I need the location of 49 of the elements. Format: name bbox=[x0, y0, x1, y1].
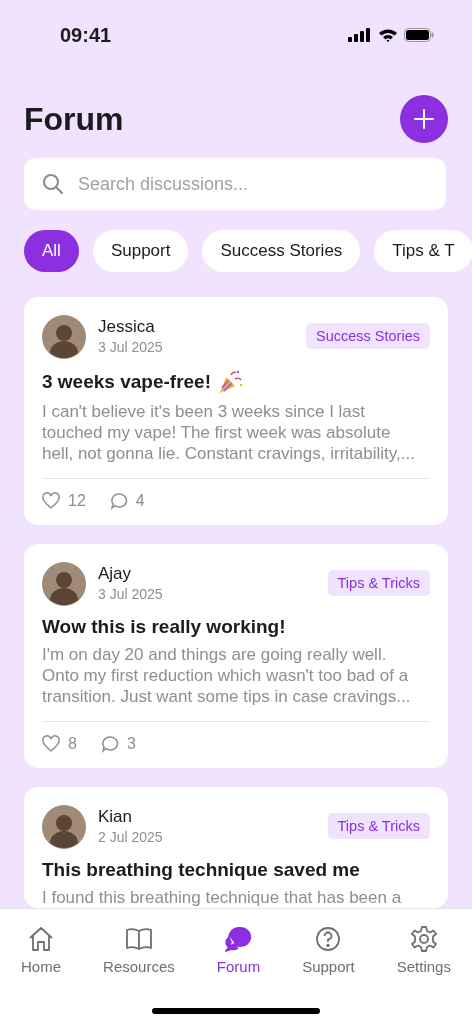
post-date: 2 Jul 2025 bbox=[98, 829, 164, 845]
like-count: 8 bbox=[68, 735, 77, 753]
post-card[interactable]: Kian 2 Jul 2025 Tips & Tricks This breathing technique saved me I found this breathing technique that has been a bbox=[24, 787, 448, 908]
wifi-icon bbox=[378, 28, 398, 42]
tab-item[interactable]: Forum bbox=[216, 924, 261, 975]
comment-icon[interactable] bbox=[109, 492, 128, 510]
post-excerpt: I'm on day 20 and things are going really well. Onto my first reduction which wasn't too bad of a transition. Just want some tips in case cravings... bbox=[42, 644, 412, 707]
avatar-icon bbox=[42, 562, 86, 606]
filter-chip[interactable]: All bbox=[24, 230, 79, 272]
author-name: Kian bbox=[98, 807, 134, 827]
category-tag: Tips & Tricks bbox=[327, 570, 430, 596]
post-title: This breathing technique saved me bbox=[42, 859, 360, 881]
tab-item[interactable]: Settings bbox=[396, 924, 451, 975]
heart-icon[interactable] bbox=[42, 492, 60, 510]
search-field[interactable]: Search discussions... bbox=[24, 158, 446, 210]
tab-item[interactable]: Support bbox=[302, 924, 355, 975]
author-name: Ajay bbox=[98, 564, 133, 584]
filter-chip[interactable]: Tips & T bbox=[374, 230, 472, 272]
tab-item[interactable]: Resources bbox=[103, 924, 175, 975]
tab-item[interactable]: Home bbox=[21, 924, 62, 975]
filter-chip[interactable]: Support bbox=[92, 230, 189, 272]
post-excerpt: I found this breathing technique that has been a bbox=[42, 887, 403, 908]
post-date: 3 Jul 2025 bbox=[98, 586, 164, 602]
signal-icon bbox=[348, 28, 372, 42]
settings-icon bbox=[408, 924, 439, 954]
party-popper-icon bbox=[217, 369, 243, 395]
plus-icon bbox=[413, 108, 435, 130]
category-tag: Success Stories bbox=[306, 323, 430, 349]
post-card[interactable] bbox=[24, 544, 448, 768]
page-title: Forum bbox=[24, 100, 124, 138]
battery-icon bbox=[404, 28, 434, 42]
filter-chip[interactable]: Success Stories bbox=[202, 230, 361, 272]
comment-icon[interactable] bbox=[100, 735, 119, 753]
author-name: Jessica bbox=[98, 317, 156, 337]
post-excerpt: I can't believe it's been 3 weeks since I last touched my vape! The first week was absolute hell, not gonna lie. Constant cravings, irritability,... bbox=[42, 401, 416, 464]
add-button[interactable] bbox=[400, 95, 448, 143]
post-title: 3 weeks vape-free! bbox=[42, 371, 211, 393]
post-date: 3 Jul 2025 bbox=[98, 339, 164, 355]
comment-count: 3 bbox=[126, 735, 136, 753]
avatar-icon bbox=[42, 805, 86, 849]
like-count: 12 bbox=[68, 492, 86, 510]
post-title: Wow this is really working! bbox=[42, 616, 286, 638]
status-time: 09:41 bbox=[60, 23, 112, 47]
category-tag: Tips & Tricks bbox=[327, 813, 430, 839]
comment-count: 4 bbox=[135, 492, 145, 510]
chat-bubbles-icon bbox=[223, 924, 254, 954]
avatar-icon bbox=[42, 315, 86, 359]
heart-icon[interactable] bbox=[42, 735, 60, 753]
post-card[interactable] bbox=[24, 297, 448, 525]
